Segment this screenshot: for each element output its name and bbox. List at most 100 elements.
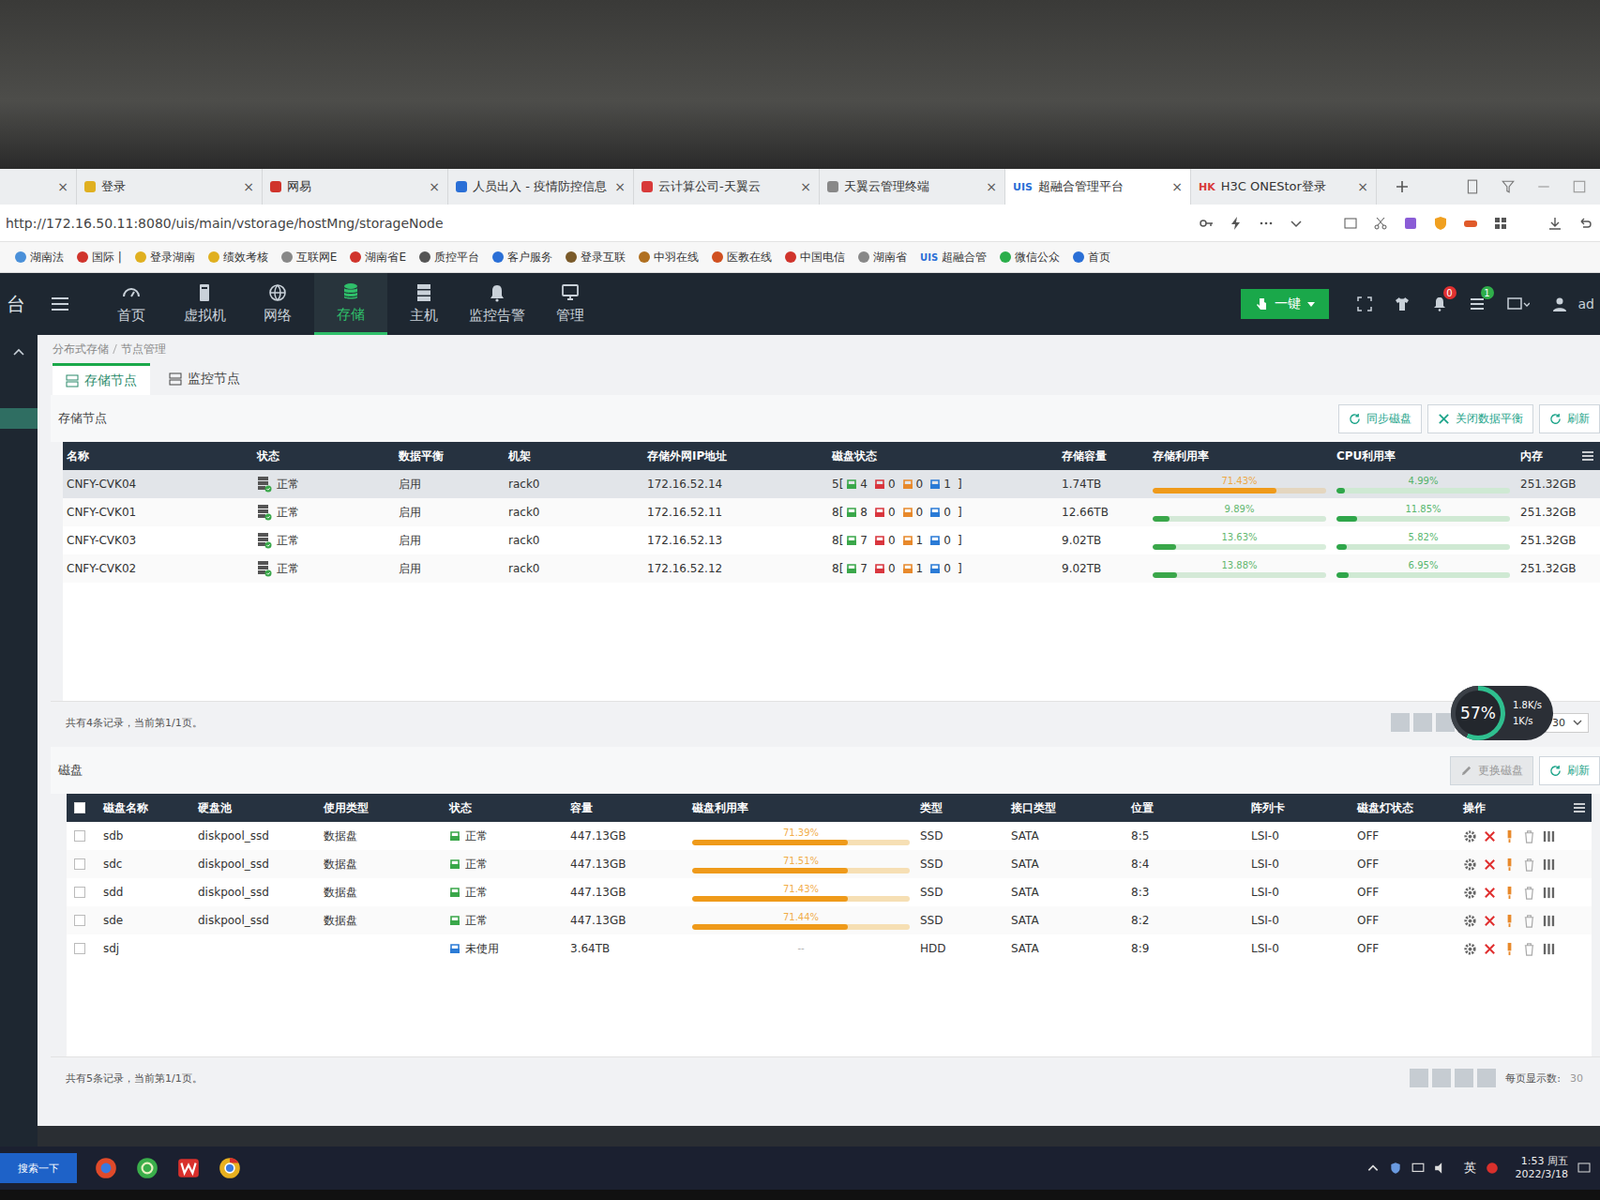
network-icon[interactable] bbox=[1411, 1161, 1425, 1175]
tab-close-button[interactable]: × bbox=[1171, 179, 1183, 195]
trash-icon[interactable] bbox=[1522, 941, 1537, 956]
chrome-icon[interactable] bbox=[217, 1155, 242, 1180]
column-header[interactable]: 磁盘名称 bbox=[99, 793, 195, 822]
collapse-up-icon[interactable] bbox=[13, 347, 25, 356]
key-icon[interactable] bbox=[1198, 215, 1214, 231]
quick-action-button[interactable]: 一键 bbox=[1240, 288, 1329, 319]
taskbar-search-button[interactable]: 搜索一下 bbox=[0, 1152, 77, 1183]
browser-tab[interactable]: HK H3C ONEStor登录 × bbox=[1191, 168, 1377, 205]
filter-icon[interactable] bbox=[1500, 179, 1516, 195]
column-header[interactable]: 阵列卡 bbox=[1247, 793, 1354, 822]
column-menu-icon[interactable] bbox=[1581, 450, 1595, 462]
antivirus-icon[interactable] bbox=[1485, 1161, 1499, 1175]
bookmark[interactable]: 客户服务 bbox=[492, 249, 553, 266]
browser-tab[interactable]: 云计算公司-天翼云 × bbox=[633, 168, 820, 205]
wps-icon[interactable] bbox=[176, 1155, 201, 1180]
tab-close-button[interactable]: × bbox=[1357, 179, 1369, 195]
maximize-icon[interactable] bbox=[1571, 179, 1587, 195]
table-row[interactable]: CNFY-CVK02 正常 启用 rack0 172.16.52.12 8[ 7… bbox=[62, 554, 1600, 583]
tab-close-button[interactable]: × bbox=[614, 179, 626, 195]
bookmark[interactable]: 登录互联 bbox=[565, 249, 626, 266]
security-icon[interactable] bbox=[1388, 1161, 1403, 1175]
locate-light-icon[interactable] bbox=[1502, 829, 1517, 844]
column-header[interactable]: 存储利用率 bbox=[1148, 441, 1333, 470]
column-header[interactable]: 磁盘灯状态 bbox=[1353, 793, 1460, 822]
page-button[interactable] bbox=[1409, 1068, 1429, 1087]
remove-icon[interactable] bbox=[1482, 913, 1497, 928]
trash-icon[interactable] bbox=[1522, 913, 1537, 928]
page-tab[interactable]: 存储节点 bbox=[52, 362, 151, 395]
gear-icon[interactable] bbox=[1463, 913, 1478, 928]
table-row[interactable]: sdd diskpool_ssd 数据盘 正常 447.13GB 71.43% … bbox=[66, 877, 1592, 906]
columns-icon[interactable] bbox=[1541, 913, 1556, 928]
input-method[interactable]: 英 bbox=[1464, 1159, 1477, 1177]
tab-close-button[interactable]: × bbox=[800, 179, 812, 195]
page-size-select[interactable]: 30 bbox=[1564, 1069, 1589, 1087]
scissors-icon[interactable] bbox=[1373, 215, 1389, 231]
browser-icon[interactable] bbox=[93, 1155, 119, 1180]
remove-icon[interactable] bbox=[1482, 829, 1497, 844]
column-header[interactable]: 硬盘池 bbox=[194, 793, 320, 822]
column-header[interactable]: 类型 bbox=[916, 793, 1008, 822]
remove-icon[interactable] bbox=[1482, 857, 1497, 872]
tab-close-button[interactable]: × bbox=[428, 179, 440, 195]
gear-icon[interactable] bbox=[1463, 885, 1478, 900]
nav-item[interactable]: 网络 bbox=[241, 272, 315, 335]
tab-close-button[interactable]: × bbox=[57, 179, 69, 195]
row-checkbox[interactable] bbox=[74, 830, 86, 842]
browser-tab[interactable]: 人员出入 - 疫情防控信息 × bbox=[448, 168, 634, 205]
tray-expand-icon[interactable] bbox=[1366, 1161, 1380, 1175]
column-header[interactable]: 使用类型 bbox=[319, 793, 446, 822]
apps-icon[interactable] bbox=[1493, 215, 1509, 231]
nav-item[interactable]: 虚拟机 bbox=[167, 272, 242, 335]
toolbar-button[interactable]: 关闭数据平衡 bbox=[1427, 404, 1534, 434]
columns-icon[interactable] bbox=[1541, 885, 1556, 900]
tasks-button[interactable]: 1 bbox=[1458, 272, 1496, 335]
bookmark[interactable]: 医教在线 bbox=[711, 249, 772, 266]
notification-center-icon[interactable] bbox=[1577, 1161, 1591, 1175]
notifications-button[interactable]: 0 bbox=[1420, 272, 1459, 335]
page-button[interactable] bbox=[1390, 712, 1410, 732]
minimize-icon[interactable] bbox=[1536, 179, 1552, 195]
page-tab[interactable]: 监控节点 bbox=[155, 362, 254, 395]
trash-icon[interactable] bbox=[1522, 857, 1537, 872]
table-row[interactable]: sde diskpool_ssd 数据盘 正常 447.13GB 71.44% … bbox=[66, 905, 1592, 935]
menu-icon[interactable] bbox=[50, 296, 70, 312]
toolbar-button[interactable]: 刷新 bbox=[1539, 755, 1600, 785]
undo-icon[interactable] bbox=[1577, 215, 1593, 231]
nav-item[interactable]: 存储 bbox=[314, 272, 388, 335]
chevron-down-icon[interactable] bbox=[1288, 215, 1304, 231]
trash-icon[interactable] bbox=[1522, 885, 1537, 900]
column-header[interactable]: 数据平衡 bbox=[394, 441, 505, 470]
column-header[interactable]: 操作 bbox=[1459, 793, 1592, 822]
locate-light-icon[interactable] bbox=[1502, 913, 1517, 928]
browser-tab[interactable]: UIS 超融合管理平台 × bbox=[1005, 168, 1192, 205]
bookmark[interactable]: 湖南省E bbox=[349, 249, 407, 266]
browser-tab[interactable]: 登录 × bbox=[76, 168, 263, 205]
locate-light-icon[interactable] bbox=[1502, 885, 1517, 900]
row-checkbox[interactable] bbox=[74, 942, 86, 954]
bookmark[interactable]: 中国电信 bbox=[784, 249, 846, 266]
columns-icon[interactable] bbox=[1541, 829, 1556, 844]
remove-icon[interactable] bbox=[1482, 885, 1497, 900]
bookmark[interactable]: 国际 | bbox=[76, 249, 122, 266]
gear-icon[interactable] bbox=[1463, 857, 1478, 872]
bookmark[interactable]: 互联网E bbox=[281, 249, 338, 266]
gear-icon[interactable] bbox=[1463, 829, 1478, 844]
column-header[interactable]: 位置 bbox=[1127, 793, 1248, 822]
nav-item[interactable]: 管理 bbox=[533, 272, 607, 335]
columns-icon[interactable] bbox=[1541, 857, 1556, 872]
column-header[interactable]: CPU利用率 bbox=[1332, 441, 1517, 470]
more-icon[interactable] bbox=[1258, 215, 1274, 231]
table-row[interactable]: CNFY-CVK04 正常 启用 rack0 172.16.52.14 5[ 4… bbox=[62, 469, 1600, 499]
bookmark[interactable]: UIS 超融合管 bbox=[920, 249, 987, 266]
trash-icon[interactable] bbox=[1522, 829, 1537, 844]
row-checkbox[interactable] bbox=[74, 886, 86, 898]
sidebar-active-item[interactable] bbox=[0, 407, 38, 429]
page-button[interactable] bbox=[1477, 1068, 1496, 1087]
url-field[interactable]: http://172.16.50.11:8080/uis/main/vstora… bbox=[5, 215, 1199, 231]
toolbar-button[interactable]: 刷新 bbox=[1539, 404, 1600, 434]
fullscreen-icon[interactable] bbox=[1357, 296, 1373, 312]
browser-tab[interactable]: 网易 × bbox=[262, 168, 449, 205]
remove-icon[interactable] bbox=[1482, 941, 1497, 956]
